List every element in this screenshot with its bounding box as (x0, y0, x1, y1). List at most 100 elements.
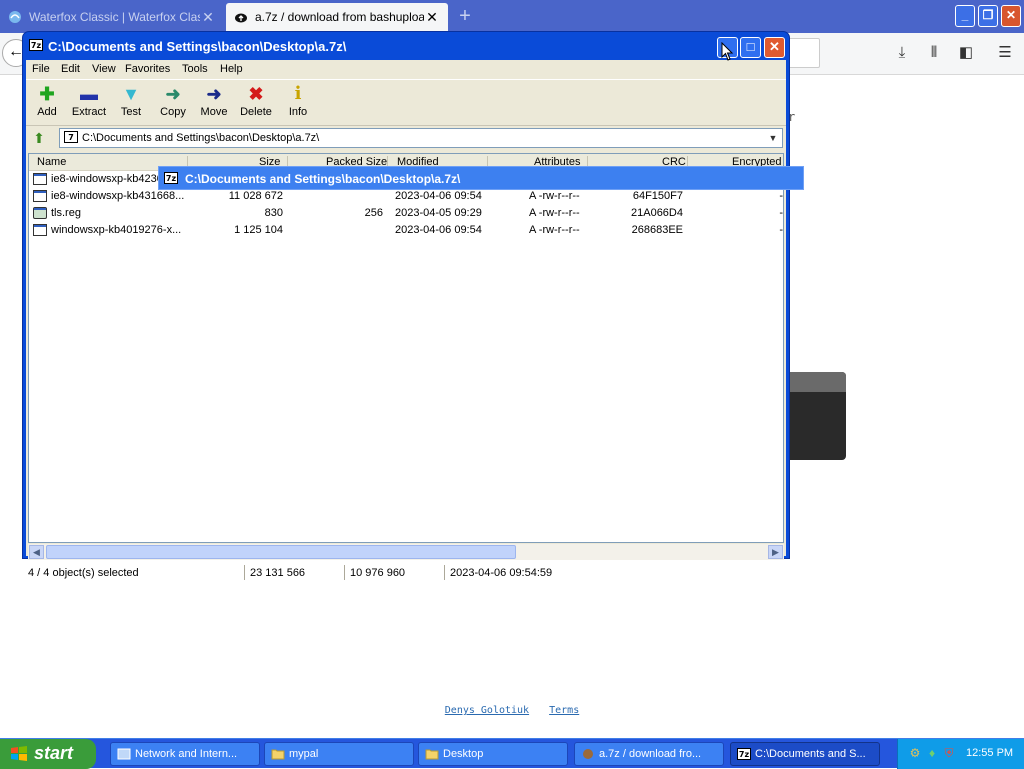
footer-link-author[interactable]: Denys Golotiuk (445, 705, 529, 716)
file-list: Name Size Packed Size Modified Attribute… (28, 153, 784, 543)
browser-close-button[interactable]: ✕ (1001, 5, 1021, 27)
cell-attributes: A -rw-r--r-- (529, 224, 580, 236)
library-icon[interactable]: ⫴ (922, 41, 946, 65)
horizontal-scrollbar[interactable]: ◀ ▶ (28, 544, 784, 560)
security-shield-icon[interactable]: ⛨ (942, 746, 956, 760)
table-row[interactable]: windowsxp-kb4019276-x... 1 125 104 2023-… (29, 222, 783, 239)
add-label: Add (37, 106, 57, 118)
status-packed: 10 976 960 (350, 567, 406, 579)
cell-size: 11 028 672 (228, 190, 283, 202)
taskbar-item-mypal[interactable]: mypal (264, 742, 414, 766)
window-body: File Edit View Favorites Tools Help ✚ Ad… (26, 60, 786, 580)
download-icon[interactable]: ⤓ (890, 41, 914, 65)
address-text: C:\Documents and Settings\bacon\Desktop\… (82, 132, 320, 144)
cell-encrypted: - (779, 207, 783, 219)
mouse-cursor-icon (721, 42, 734, 61)
folder-up-icon[interactable]: ⬆ (30, 129, 48, 147)
scroll-left-icon[interactable]: ◀ (29, 545, 44, 559)
close-tab-icon[interactable]: ✕ (200, 9, 216, 26)
status-bar: 4 / 4 object(s) selected 23 131 566 10 9… (26, 563, 786, 583)
cloud-upload-icon (235, 13, 247, 23)
status-divider (344, 565, 345, 580)
registry-file-icon (33, 207, 47, 219)
taskbar-item-label: a.7z / download fro... (599, 748, 702, 760)
7zip-app-icon: 7z (164, 172, 178, 184)
cell-name: tls.reg (51, 207, 81, 219)
taskbar-item-label: C:\Documents and S... (755, 748, 866, 760)
taskbar-item-network[interactable]: Network and Intern... (110, 742, 260, 766)
browser-restore-button[interactable]: ❐ (978, 5, 998, 27)
taskbar: start Network and Intern... mypal Deskto… (0, 738, 1024, 769)
close-button[interactable]: ✕ (764, 37, 785, 58)
move-button[interactable]: ➜ Move (193, 82, 235, 124)
cell-encrypted: - (779, 224, 783, 236)
tab-bashupload[interactable]: a.7z / download from bashupload ✕ (226, 3, 448, 31)
safely-remove-tray-icon[interactable]: ♦ (925, 746, 939, 760)
menu-file[interactable]: File (32, 63, 50, 75)
delete-label: Delete (240, 106, 272, 118)
control-panel-icon (117, 748, 131, 760)
7zip-icon: 7z (737, 748, 751, 760)
chevron-down-icon[interactable]: ▼ (766, 130, 780, 146)
taskbar-item-desktop[interactable]: Desktop (418, 742, 568, 766)
toolbar: ✚ Add ▬ Extract ▼ Test ➜ Copy ➜ Move ✖ D… (26, 80, 786, 126)
tab-waterfox-classic[interactable]: Waterfox Classic | Waterfox Clas ✕ (0, 3, 224, 31)
waterfox-icon (9, 11, 21, 23)
test-icon: ▼ (122, 84, 140, 104)
taskbar-item-7zip[interactable]: 7z C:\Documents and S... (730, 742, 880, 766)
cell-attributes: A -rw-r--r-- (529, 207, 580, 219)
cell-crc: 21A066D4 (631, 207, 683, 219)
cell-modified: 2023-04-06 09:54 (395, 224, 482, 236)
start-label: start (34, 743, 74, 763)
sidebar-icon[interactable]: ◧ (954, 41, 978, 65)
folder-icon (271, 749, 285, 760)
add-button[interactable]: ✚ Add (26, 82, 68, 124)
scroll-right-icon[interactable]: ▶ (768, 545, 783, 559)
footer-link-terms[interactable]: Terms (549, 705, 579, 716)
copy-button[interactable]: ➜ Copy (152, 82, 194, 124)
move-label: Move (200, 106, 228, 118)
hamburger-menu-icon[interactable]: ☰ (993, 41, 1017, 65)
close-tab-icon[interactable]: ✕ (424, 9, 440, 26)
browser-minimize-button[interactable]: _ (955, 5, 975, 27)
cell-attributes: A -rw-r--r-- (529, 190, 580, 202)
cell-modified: 2023-04-06 09:54 (395, 190, 482, 202)
cell-size: 1 125 104 (234, 224, 283, 236)
start-button[interactable]: start (0, 739, 96, 769)
menu-edit[interactable]: Edit (61, 63, 80, 75)
page-footer: Denys Golotiuk Terms (0, 705, 1024, 716)
maximize-button[interactable]: □ (740, 37, 761, 58)
cell-crc: 268683EE (631, 224, 683, 236)
menu-help[interactable]: Help (220, 63, 243, 75)
file-icon (33, 224, 47, 236)
page-dark-panel-header (790, 372, 846, 392)
network-tray-icon[interactable]: ⚙ (908, 746, 922, 760)
cell-name: ie8-windowsxp-kb431668... (51, 190, 185, 202)
menu-favorites[interactable]: Favorites (125, 63, 170, 75)
address-field[interactable]: 7 C:\Documents and Settings\bacon\Deskto… (59, 128, 783, 148)
cell-modified: 2023-04-05 09:29 (395, 207, 482, 219)
column-name[interactable]: Name (37, 156, 66, 168)
delete-button[interactable]: ✖ Delete (235, 82, 277, 124)
table-row[interactable]: ie8-windowsxp-kb431668... 11 028 672 202… (29, 188, 783, 205)
menu-view[interactable]: View (92, 63, 116, 75)
menu-bar: File Edit View Favorites Tools Help (26, 60, 786, 80)
table-row[interactable]: tls.reg 830 256 2023-04-05 09:29 A -rw-r… (29, 205, 783, 222)
new-tab-button[interactable]: + (452, 4, 478, 30)
extract-button[interactable]: ▬ Extract (68, 82, 110, 124)
scroll-thumb[interactable] (46, 545, 516, 559)
info-label: Info (288, 106, 308, 118)
status-modified: 2023-04-06 09:54:59 (450, 567, 553, 579)
folder-icon (425, 749, 439, 760)
info-button[interactable]: i Info (277, 82, 319, 124)
system-tray: ⚙ ♦ ⛨ 12:55 PM (897, 739, 1024, 769)
drag-ghost-title: C:\Documents and Settings\bacon\Desktop\… (185, 172, 461, 186)
title-bar[interactable]: 7z C:\Documents and Settings\bacon\Deskt… (23, 32, 789, 60)
menu-tools[interactable]: Tools (182, 63, 208, 75)
status-size: 23 131 566 (250, 567, 306, 579)
taskbar-item-browser[interactable]: a.7z / download fro... (574, 742, 724, 766)
test-button[interactable]: ▼ Test (110, 82, 152, 124)
delete-icon: ✖ (248, 84, 264, 104)
taskbar-item-label: Network and Intern... (135, 748, 238, 760)
taskbar-item-label: Desktop (443, 748, 484, 760)
